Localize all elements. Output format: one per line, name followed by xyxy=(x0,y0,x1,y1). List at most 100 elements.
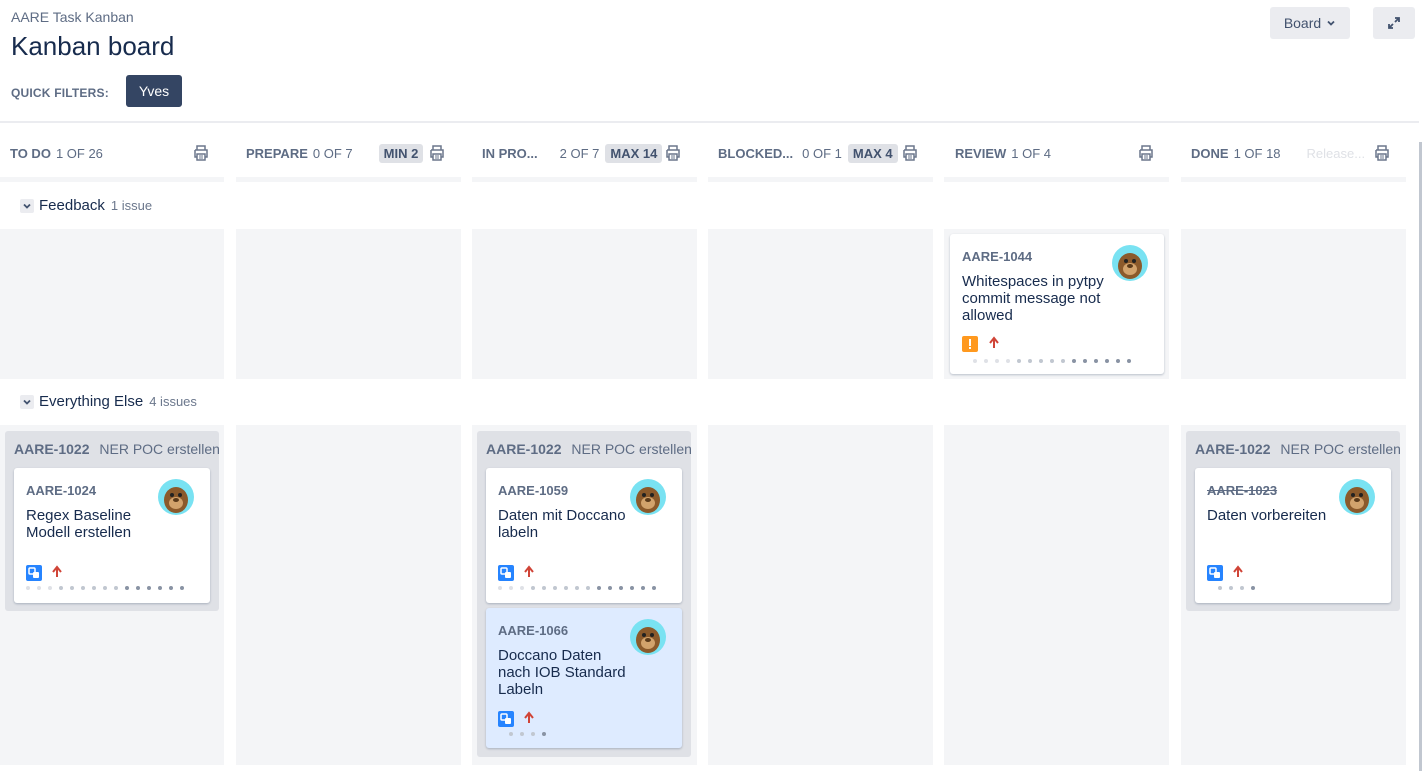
issue-card[interactable]: AARE-1059 Daten mit Doccano labeln xyxy=(486,468,682,603)
fullscreen-button[interactable] xyxy=(1373,7,1415,39)
swimlane-everything-else[interactable]: Everything Else 4 issues xyxy=(20,393,197,410)
column-bar xyxy=(1181,177,1406,182)
issue-summary: Daten mit Doccano labeln xyxy=(498,507,626,541)
cell-feedback-prepare xyxy=(236,229,461,379)
print-icon[interactable] xyxy=(1137,144,1155,162)
column-header-prepare: PREPARE 0 OF 7 MIN 2 xyxy=(246,135,424,171)
parent-header[interactable]: AARE-1022 NER POC erstellen xyxy=(1195,441,1401,457)
quick-filter-yves[interactable]: Yves xyxy=(126,75,182,107)
parent-header[interactable]: AARE-1022 NER POC erstellen xyxy=(486,441,692,457)
column-header-in-progress: IN PRO... 2 OF 7 MAX 14 xyxy=(482,135,663,171)
issue-key[interactable]: AARE-1023 xyxy=(1207,483,1277,498)
column-min-badge: MIN 2 xyxy=(378,143,424,163)
priority-high-icon xyxy=(524,711,534,723)
cell-feedback-review: AARE-1044 Whitespaces in pytpy commit me… xyxy=(944,229,1169,379)
parent-key[interactable]: AARE-1022 xyxy=(14,441,89,457)
column-name: BLOCKED... xyxy=(718,145,794,161)
priority-high-icon xyxy=(989,336,999,348)
column-name: PREPARE xyxy=(246,145,308,161)
print-icon[interactable] xyxy=(664,144,682,162)
cell-feedback-in-progress xyxy=(472,229,697,379)
parent-summary: NER POC erstellen xyxy=(1280,441,1401,457)
header-divider xyxy=(0,121,1419,123)
subtask-icon xyxy=(1207,565,1223,581)
column-header-done: DONE 1 OF 18 Release... xyxy=(1191,135,1365,171)
swimlane-count: 1 issue xyxy=(110,198,153,213)
cell-feedback-blocked xyxy=(708,229,933,379)
column-count: 2 OF 7 xyxy=(559,145,600,161)
project-name[interactable]: AARE Task Kanban xyxy=(11,9,134,25)
parent-summary: NER POC erstellen xyxy=(99,441,220,457)
column-count: 1 OF 26 xyxy=(55,145,103,161)
swimlane-title: Everything Else xyxy=(39,393,144,410)
issue-card[interactable]: AARE-1044 Whitespaces in pytpy commit me… xyxy=(950,234,1164,374)
parent-group: AARE-1022 NER POC erstellen AARE-1023 Da… xyxy=(1186,431,1401,611)
issue-card[interactable]: AARE-1023 Daten vorbereiten xyxy=(1195,468,1391,603)
swimlane-feedback[interactable]: Feedback 1 issue xyxy=(20,197,152,214)
column-bar xyxy=(708,177,933,182)
avatar[interactable] xyxy=(158,479,194,515)
column-name: DONE xyxy=(1191,145,1229,161)
parent-group: AARE-1022 NER POC erstellen AARE-1024 Re… xyxy=(5,431,220,611)
issue-key[interactable]: AARE-1024 xyxy=(26,483,96,498)
avatar[interactable] xyxy=(630,619,666,655)
parent-group: AARE-1022 NER POC erstellen AARE-1059 Da… xyxy=(477,431,692,757)
column-max-badge: MAX 14 xyxy=(605,143,663,163)
bug-icon xyxy=(962,336,978,352)
column-header-todo: TO DO 1 OF 26 xyxy=(10,135,103,171)
priority-high-icon xyxy=(524,565,534,577)
board-menu-button[interactable]: Board xyxy=(1270,7,1350,39)
column-count: 1 OF 4 xyxy=(1011,145,1052,161)
column-name: REVIEW xyxy=(955,145,1007,161)
release-link[interactable]: Release... xyxy=(1307,146,1366,161)
cell-feedback-todo xyxy=(0,229,224,379)
issue-summary: Regex Baseline Modell erstellen xyxy=(26,507,132,541)
cell-else-review xyxy=(944,425,1169,765)
column-bar xyxy=(0,177,224,182)
quick-filters-label: QUICK FILTERS: xyxy=(11,86,109,100)
expand-diagonal-icon xyxy=(1388,17,1400,29)
print-icon[interactable] xyxy=(192,144,210,162)
cell-else-todo: AARE-1022 NER POC erstellen AARE-1024 Re… xyxy=(0,425,224,765)
issue-card-selected[interactable]: AARE-1066 Doccano Daten nach IOB Standar… xyxy=(486,608,682,748)
column-max-badge: MAX 4 xyxy=(847,143,898,163)
column-count: 1 OF 18 xyxy=(1233,145,1281,161)
cell-else-blocked xyxy=(708,425,933,765)
parent-key[interactable]: AARE-1022 xyxy=(486,441,561,457)
column-bar xyxy=(472,177,697,182)
print-icon[interactable] xyxy=(428,144,446,162)
avatar[interactable] xyxy=(1339,479,1375,515)
issue-summary: Doccano Daten nach IOB Standard Labeln xyxy=(498,647,626,698)
chevron-down-icon[interactable] xyxy=(20,394,34,409)
parent-summary: NER POC erstellen xyxy=(571,441,692,457)
subtask-icon xyxy=(498,711,514,727)
column-count: 0 OF 1 xyxy=(802,145,842,161)
parent-header[interactable]: AARE-1022 NER POC erstellen xyxy=(14,441,220,457)
avatar[interactable] xyxy=(630,479,666,515)
issue-key[interactable]: AARE-1044 xyxy=(962,249,1032,264)
subtask-icon xyxy=(498,565,514,581)
avatar[interactable] xyxy=(1112,245,1148,281)
issue-summary: Daten vorbereiten xyxy=(1207,507,1327,524)
column-header-blocked: BLOCKED... 0 OF 1 MAX 4 xyxy=(718,135,898,171)
issue-key[interactable]: AARE-1059 xyxy=(498,483,568,498)
progress-dots xyxy=(1218,586,1255,590)
issue-card[interactable]: AARE-1024 Regex Baseline Modell erstelle… xyxy=(14,468,210,603)
print-icon[interactable] xyxy=(901,144,919,162)
column-bar xyxy=(944,177,1169,182)
print-icon[interactable] xyxy=(1373,144,1391,162)
progress-dots xyxy=(498,586,656,590)
chevron-down-icon xyxy=(1327,20,1335,26)
chevron-down-icon[interactable] xyxy=(20,198,34,213)
column-name: IN PRO... xyxy=(482,145,538,161)
progress-dots xyxy=(26,586,184,590)
issue-key[interactable]: AARE-1066 xyxy=(498,623,568,638)
cell-else-prepare xyxy=(236,425,461,765)
parent-key[interactable]: AARE-1022 xyxy=(1195,441,1270,457)
column-count: 0 OF 7 xyxy=(312,145,353,161)
board-button-label: Board xyxy=(1283,15,1322,31)
column-bar xyxy=(236,177,461,182)
swimlane-title: Feedback xyxy=(39,197,105,214)
progress-dots xyxy=(973,359,1131,363)
priority-high-icon xyxy=(52,565,62,577)
